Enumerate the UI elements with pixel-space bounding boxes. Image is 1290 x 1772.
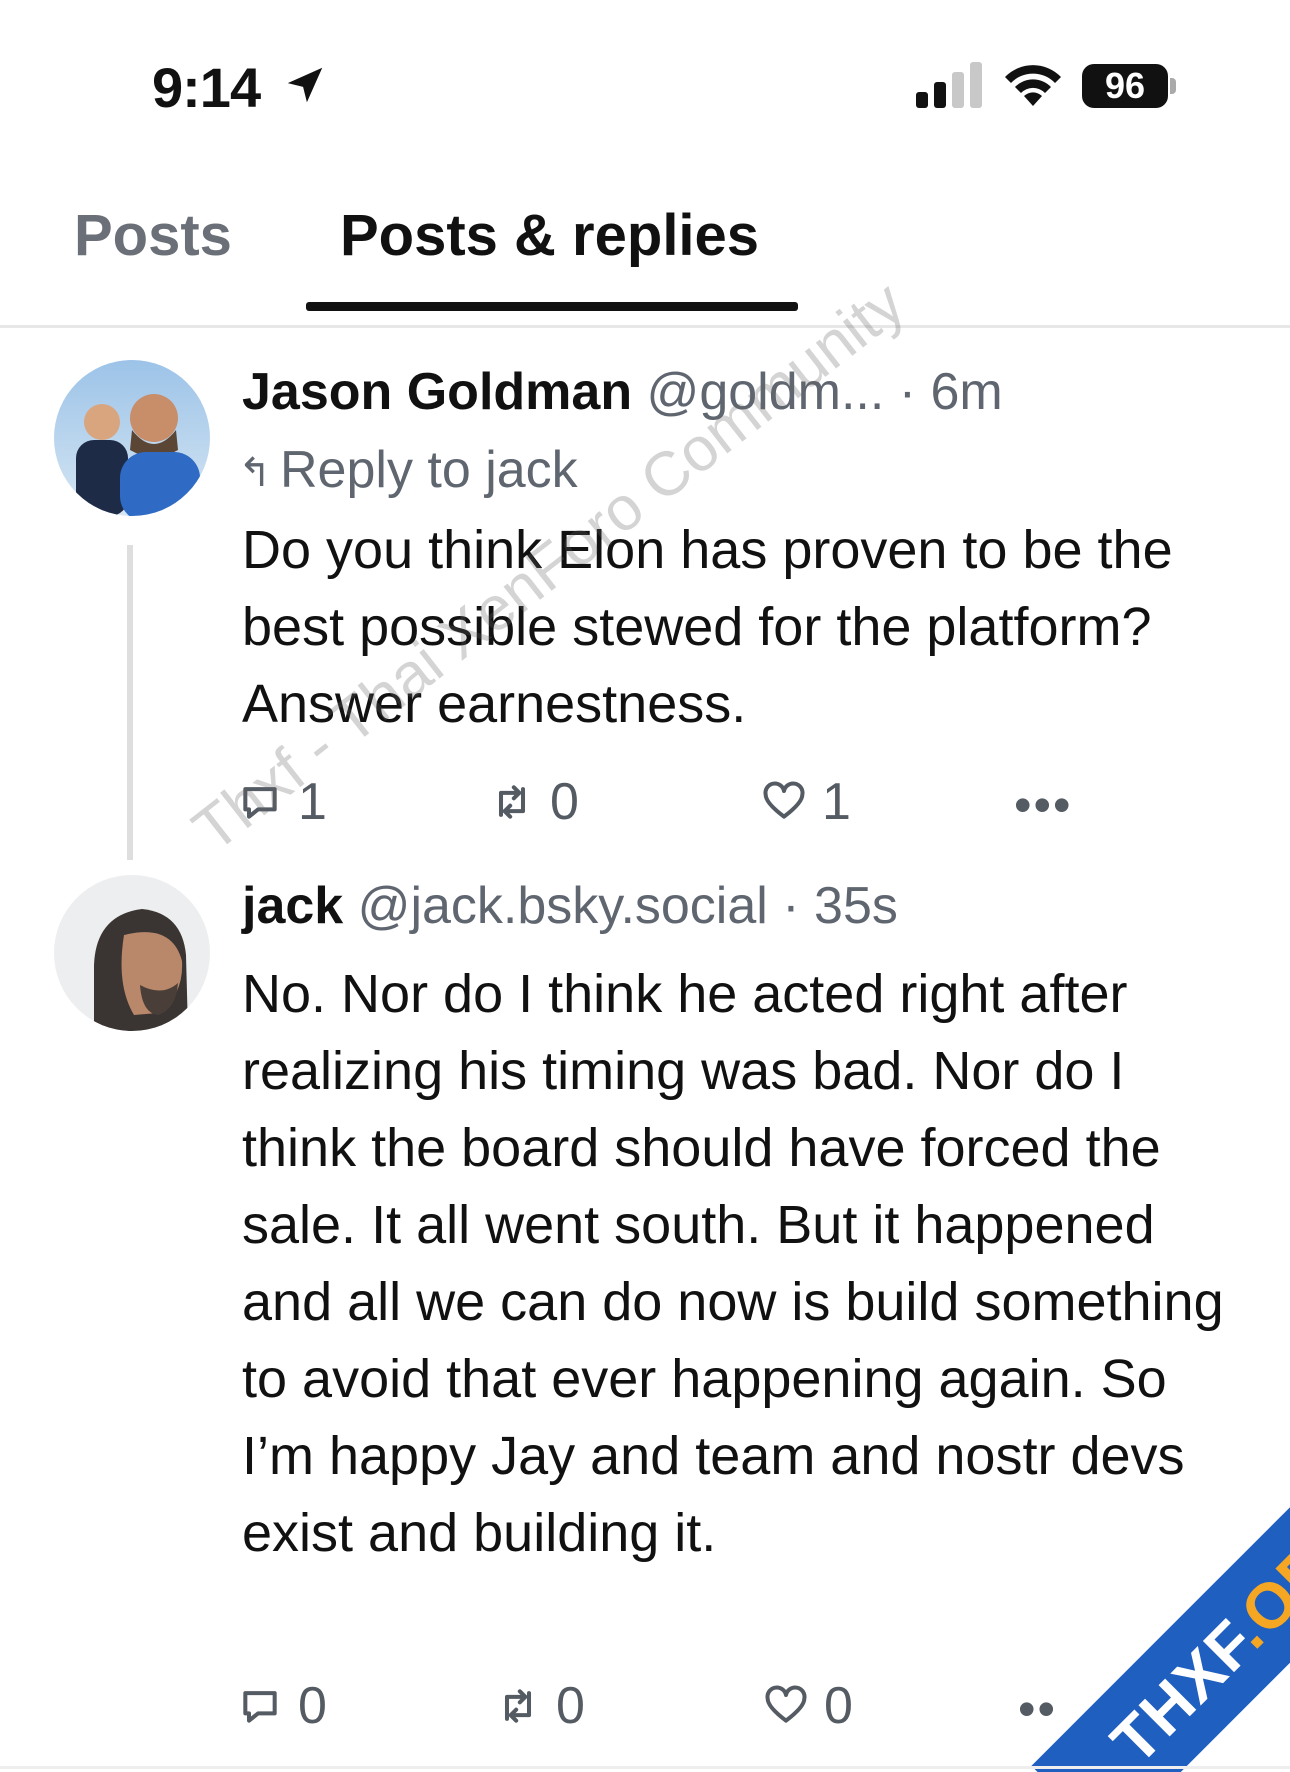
post-header: jack @jack.bsky.social · 35s xyxy=(242,876,898,936)
tab-posts-and-replies[interactable]: Posts & replies xyxy=(340,202,759,269)
author-handle[interactable]: @jack.bsky.social xyxy=(358,877,768,935)
reply-icon xyxy=(243,1691,277,1723)
reply-button[interactable]: 0 xyxy=(238,1676,327,1736)
location-arrow-icon xyxy=(287,67,323,103)
like-count: 0 xyxy=(824,1677,853,1735)
badge-banner: THXF.ORG xyxy=(1031,1430,1290,1772)
repost-count: 0 xyxy=(550,773,579,831)
repost-icon xyxy=(504,1689,532,1723)
tab-posts[interactable]: Posts xyxy=(74,202,232,269)
site-badge: THXF.ORG xyxy=(960,1430,1290,1772)
repost-button[interactable]: 0 xyxy=(490,772,579,832)
author-name[interactable]: jack xyxy=(242,877,343,935)
repost-icon xyxy=(498,785,526,819)
like-button[interactable]: 1 xyxy=(762,772,851,832)
battery-cap xyxy=(1170,78,1176,94)
avatar[interactable] xyxy=(54,360,210,516)
avatar[interactable] xyxy=(54,875,210,1031)
profile-tabs: Posts Posts & replies xyxy=(0,190,1290,328)
wifi-icon xyxy=(1005,65,1061,106)
author-name[interactable]: Jason Goldman xyxy=(242,363,632,421)
avatar-photo-icon xyxy=(54,360,210,516)
post-actions: 1 0 1 ••• xyxy=(238,772,1138,834)
active-tab-indicator xyxy=(306,302,798,311)
post-time: · 35s xyxy=(782,877,898,935)
battery-level: 96 xyxy=(1104,65,1146,106)
thread-line xyxy=(127,545,133,860)
cellular-signal-icon xyxy=(916,62,982,108)
status-time: 9:14 xyxy=(152,56,261,119)
post-header: Jason Goldman @goldm... · 6m xyxy=(242,362,1003,422)
like-count: 1 xyxy=(822,773,851,831)
like-button[interactable]: 0 xyxy=(764,1676,853,1736)
reply-to-line[interactable]: ↰ Reply to jack xyxy=(238,440,578,500)
repost-button[interactable]: 0 xyxy=(496,1676,585,1736)
repost-count: 0 xyxy=(556,1677,585,1735)
reply-arrow-icon: ↰ xyxy=(238,451,272,496)
avatar-photo-icon xyxy=(54,875,210,1031)
heart-icon xyxy=(763,781,805,819)
more-options-icon[interactable]: ••• xyxy=(1014,776,1073,834)
battery-indicator: 96 xyxy=(1082,64,1178,108)
badge-label: THXF.ORG xyxy=(1097,1492,1290,1772)
divider xyxy=(0,1766,1290,1769)
reply-count: 0 xyxy=(298,1677,327,1735)
status-bar: 9:14 96 xyxy=(0,0,1290,170)
post-time: · 6m xyxy=(898,363,1003,421)
reply-to-label: Reply to jack xyxy=(280,441,578,499)
heart-icon xyxy=(765,1685,807,1723)
